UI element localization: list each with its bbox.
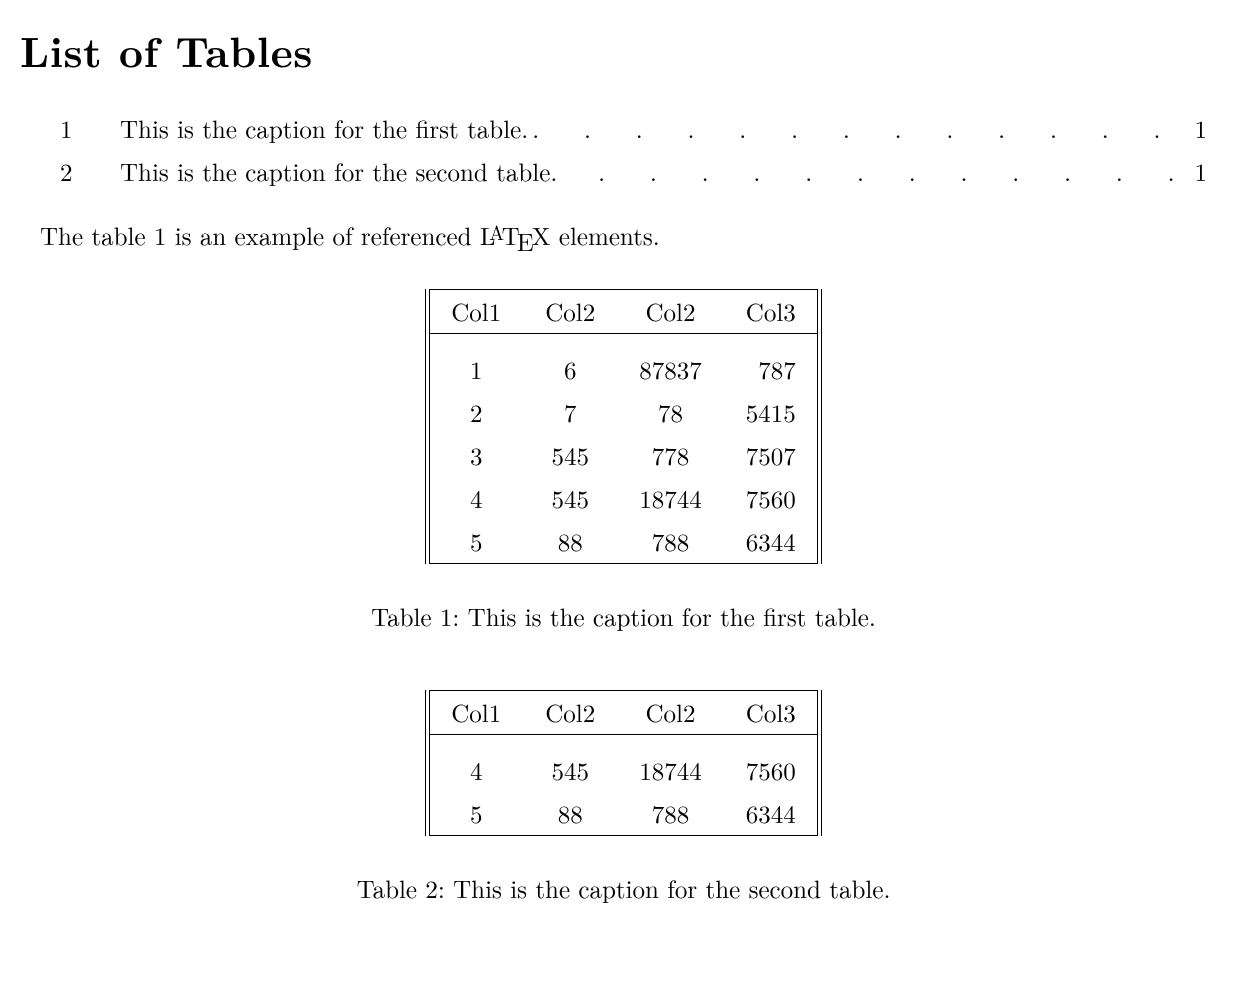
table-cell: 788 (617, 520, 724, 564)
lot-entry-number: 1 (60, 108, 120, 151)
table-cell: 1 (429, 348, 523, 391)
table-cell: 6344 (724, 792, 818, 836)
lot-entry: 1 This is the caption for the first tabl… (60, 108, 1207, 151)
table-cell: 7507 (724, 434, 818, 477)
caption-text: This is the caption for the first table. (468, 599, 876, 634)
body-paragraph: The table 1 is an example of referenced … (40, 217, 1227, 259)
table-row: 2 7 78 5415 (429, 391, 818, 434)
table-cell: 18744 (617, 477, 724, 520)
table-header-cell: Col2 (523, 289, 617, 333)
table-1: Col1 Col2 Col2 Col3 1 6 87837 787 2 7 78… (20, 289, 1227, 571)
lot-entry-caption: This is the caption for the second table… (120, 151, 557, 194)
table-cell: 88 (523, 792, 617, 836)
table-row: Col1 Col2 Col2 Col3 (429, 690, 818, 734)
table-header-cell: Col2 (617, 690, 724, 734)
table-row: 4 545 18744 7560 (429, 477, 818, 520)
lot-entry-number: 2 (60, 151, 120, 194)
lot-entry-page: 1 (1177, 108, 1207, 151)
table-cell: 7560 (724, 749, 818, 792)
table-1-caption: Table 1: This is the caption for the fir… (20, 599, 1227, 634)
table-row: 5 88 788 6344 (429, 520, 818, 564)
table-row: 4 545 18744 7560 (429, 749, 818, 792)
table-cell: 4 (429, 749, 523, 792)
table-cell: 545 (523, 749, 617, 792)
body-text-pre: The table 1 is an example of referenced (40, 218, 480, 253)
table-header-cell: Col1 (429, 289, 523, 333)
table-1-frame: Col1 Col2 Col2 Col3 1 6 87837 787 2 7 78… (425, 289, 822, 564)
list-of-tables-heading: List of Tables (20, 20, 1227, 80)
latex-logo: LATEX (480, 218, 551, 253)
table-cell: 545 (523, 477, 617, 520)
table-2-frame: Col1 Col2 Col2 Col3 4 545 18744 7560 5 8… (425, 690, 822, 836)
lot-entry-page: 1 (1177, 151, 1207, 194)
lot-dot-leader: . . . . . . . . . . . . . . . . . . . (528, 108, 1177, 151)
table-cell: 545 (523, 434, 617, 477)
list-of-tables: 1 This is the caption for the first tabl… (60, 108, 1207, 193)
table-cell: 5415 (724, 391, 818, 434)
lot-dot-leader: . . . . . . . . . . . . . . . . (557, 151, 1177, 194)
table-row: Col1 Col2 Col2 Col3 (429, 289, 818, 333)
caption-text: This is the caption for the second table… (453, 871, 890, 906)
table-row: 1 6 87837 787 (429, 348, 818, 391)
table-cell: 6344 (724, 520, 818, 564)
table-cell: 3 (429, 434, 523, 477)
table-cell: 78 (617, 391, 724, 434)
table-cell: 88 (523, 520, 617, 564)
table-cell: 87837 (617, 348, 724, 391)
caption-label: Table 1: (371, 599, 459, 634)
lot-entry-caption: This is the caption for the first table. (120, 108, 528, 151)
table-cell: 4 (429, 477, 523, 520)
table-header-cell: Col2 (523, 690, 617, 734)
table-cell: 18744 (617, 749, 724, 792)
table-row: 5 88 788 6344 (429, 792, 818, 836)
table-2: Col1 Col2 Col2 Col3 4 545 18744 7560 5 8… (20, 690, 1227, 843)
table-2-grid: Col1 Col2 Col2 Col3 4 545 18744 7560 5 8… (429, 690, 818, 836)
table-cell: 788 (617, 792, 724, 836)
table-cell: 6 (523, 348, 617, 391)
table-header-cell: Col2 (617, 289, 724, 333)
table-cell: 787 (724, 348, 818, 391)
table-header-cell: Col3 (724, 690, 818, 734)
table-cell: 7 (523, 391, 617, 434)
table-2-caption: Table 2: This is the caption for the sec… (20, 871, 1227, 906)
table-header-cell: Col1 (429, 690, 523, 734)
table-cell: 5 (429, 792, 523, 836)
table-cell: 5 (429, 520, 523, 564)
body-text-post: elements. (551, 218, 660, 253)
table-cell: 2 (429, 391, 523, 434)
table-row: 3 545 778 7507 (429, 434, 818, 477)
table-1-grid: Col1 Col2 Col2 Col3 1 6 87837 787 2 7 78… (429, 289, 818, 564)
lot-entry: 2 This is the caption for the second tab… (60, 151, 1207, 194)
table-cell: 7560 (724, 477, 818, 520)
table-cell: 778 (617, 434, 724, 477)
table-header-cell: Col3 (724, 289, 818, 333)
caption-label: Table 2: (357, 871, 445, 906)
